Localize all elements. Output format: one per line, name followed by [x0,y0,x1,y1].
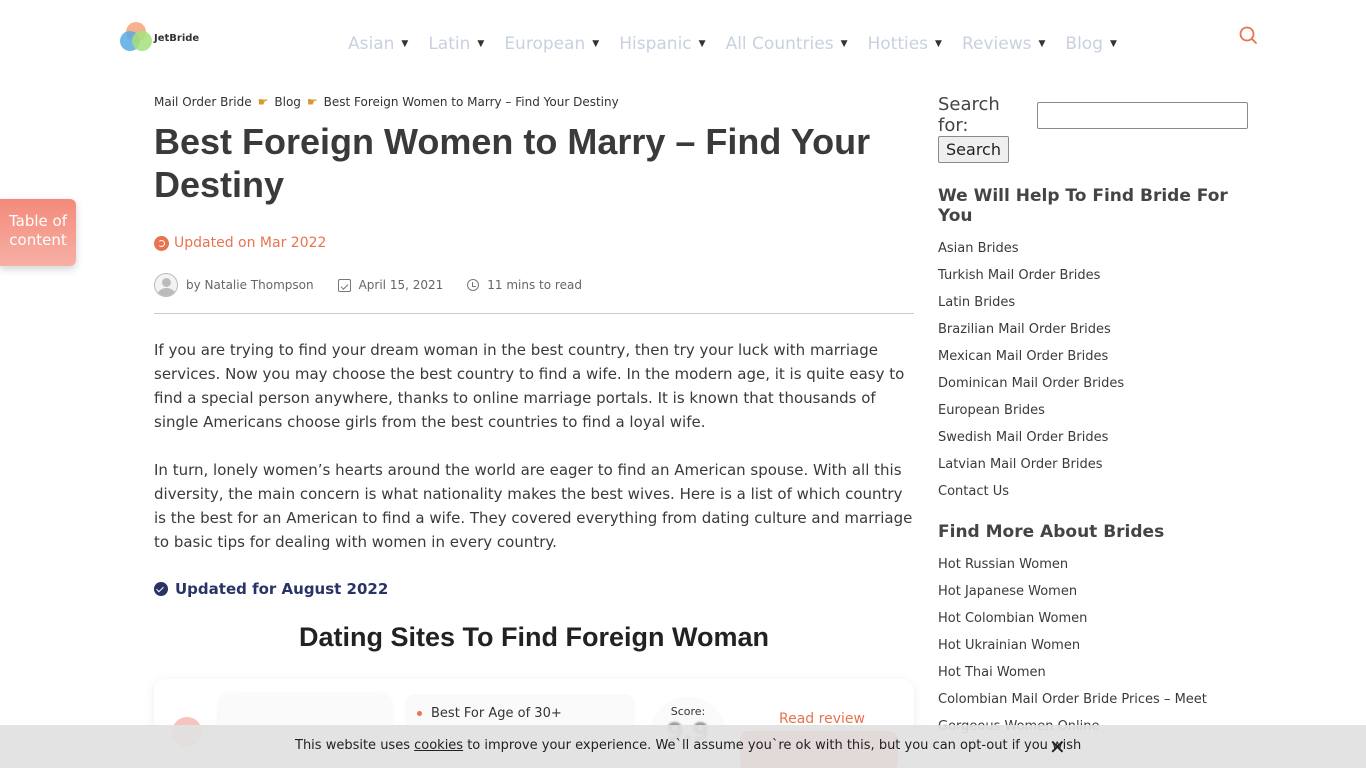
sidebar-link[interactable]: Asian Brides [938,238,1248,265]
sidebar-link[interactable]: Hot Russian Women [938,554,1248,581]
site-logo[interactable]: JetBride [120,22,200,54]
page-title: Best Foreign Women to Marry – Find Your … [154,121,871,205]
search-button[interactable]: Search [938,136,1009,163]
nav-label: Latin [428,34,471,54]
read-time: 11 mins to read [487,278,582,292]
toc-label-line: content [9,231,67,249]
cookie-banner: This website uses cookies to improve you… [0,725,1366,768]
nav-label: Hispanic [619,34,692,54]
sidebar-link[interactable]: Contact Us [938,481,1248,508]
search-icon[interactable] [1238,25,1258,45]
search-input[interactable] [1036,101,1248,129]
article-paragraph: If you are trying to find your dream wom… [154,341,905,431]
breadcrumb-home-link[interactable]: Mail Order Bride [154,95,252,109]
nav-label: Asian [348,34,395,54]
nav-item-latin[interactable]: Latin ▼ [428,34,484,54]
chevron-down-icon: ▼ [592,39,600,49]
chevron-down-icon: ▼ [935,39,942,49]
updated-notice: Updated on Mar 2022 [154,235,326,251]
pointing-hand-icon: ☛ [306,95,318,109]
sidebar-link[interactable]: Latvian Mail Order Brides [938,454,1248,481]
chevron-down-icon: ▼ [840,39,848,49]
sidebar-search: Search for: [938,94,1248,136]
sidebar-link[interactable]: Turkish Mail Order Brides [938,265,1248,292]
sidebar-link[interactable]: Brazilian Mail Order Brides [938,319,1248,346]
table-of-content-button[interactable]: Table of content [0,199,76,266]
refresh-icon [154,235,169,251]
logo-text: JetBride [154,33,200,44]
pointing-hand-icon: ☛ [257,95,269,109]
updated-badge: Updated for August 2022 [154,580,388,598]
nav-item-all-countries[interactable]: All Countries ▼ [726,34,848,54]
breadcrumb-current: Best Foreign Women to Marry – Find Your … [323,95,619,109]
cookie-message: This website uses cookies to improve you… [295,738,1081,753]
sidebar-link[interactable]: Hot Ukrainian Women [938,635,1248,662]
calendar-icon [337,278,351,292]
sidebar-heading: Find More About Brides [938,522,1165,542]
cookies-link[interactable]: cookies [414,738,463,753]
chevron-down-icon: ▼ [1109,39,1117,49]
breadcrumb-blog-link[interactable]: Blog [274,95,301,109]
nav-label: European [504,34,586,54]
score-label: Score: [670,705,706,718]
sidebar-link[interactable]: Mexican Mail Order Brides [938,346,1248,373]
sidebar-link[interactable]: Swedish Mail Order Brides [938,427,1248,454]
chevron-down-icon: ▼ [401,39,409,49]
site-header: JetBride Asian ▼ Latin ▼ European ▼ Hispani… [0,0,1366,80]
chevron-down-icon: ▼ [698,39,706,49]
author-avatar-icon [154,273,178,297]
close-icon[interactable]: ✕ [1049,735,1066,759]
search-label: Search for: [938,94,1000,136]
chevron-down-icon: ▼ [477,39,485,49]
sidebar-link[interactable]: Dominican Mail Order Brides [938,373,1248,400]
cookie-text: to improve your experience. We`ll assume… [463,738,1082,753]
nav-item-hotties[interactable]: Hotties ▼ [867,34,941,54]
main-nav: Asian ▼ Latin ▼ European ▼ Hispanic ▼ All Co… [348,34,1137,54]
nav-label: All Countries [725,34,834,54]
article-paragraph: In turn, lonely women’s hearts around th… [154,461,913,551]
logo-circle [132,31,152,51]
sidebar-link[interactable]: Hot Japanese Women [938,581,1248,608]
sidebar-heading: We Will Help To Find Bride For You [938,186,1228,226]
updated-badge-text: Updated for August 2022 [175,580,389,598]
nav-item-reviews[interactable]: Reviews ▼ [962,34,1045,54]
nav-item-blog[interactable]: Blog ▼ [1065,34,1117,54]
section-title: Dating Sites To Find Foreign Woman [299,622,769,652]
divider [154,313,914,314]
cookie-text: This website uses [295,738,415,753]
nav-label: Blog [1065,34,1103,54]
publish-date: April 15, 2021 [358,278,444,292]
toc-label-line: Table of [8,212,67,230]
sidebar-link[interactable]: Colombian Mail Order Bride Prices – Meet [938,689,1248,716]
clock-icon [467,279,480,291]
sidebar-link[interactable]: Hot Thai Women [938,662,1248,689]
sidebar-link[interactable]: European Brides [938,400,1248,427]
nav-label: Hotties [867,34,929,54]
sidebar-link[interactable]: Hot Colombian Women [938,608,1248,635]
nav-item-hispanic[interactable]: Hispanic ▼ [619,34,705,54]
updated-text: Updated on Mar 2022 [174,235,327,251]
article-meta: by Natalie Thompson April 15, 2021 11 mi… [154,273,582,297]
nav-label: Reviews [961,34,1032,54]
nav-item-european[interactable]: European ▼ [504,34,599,54]
feature-item: Best For Age of 30+ [417,706,623,721]
sidebar: Search for: Search We Will Help To Find … [938,94,1248,743]
breadcrumb: Mail Order Bride ☛ Blog ☛ Best Foreign W… [154,95,619,109]
author-name[interactable]: by Natalie Thompson [186,278,314,292]
nav-item-asian[interactable]: Asian ▼ [348,34,408,54]
check-circle-icon [154,582,168,596]
sidebar-link[interactable]: Latin Brides [938,292,1248,319]
chevron-down-icon: ▼ [1038,39,1046,49]
